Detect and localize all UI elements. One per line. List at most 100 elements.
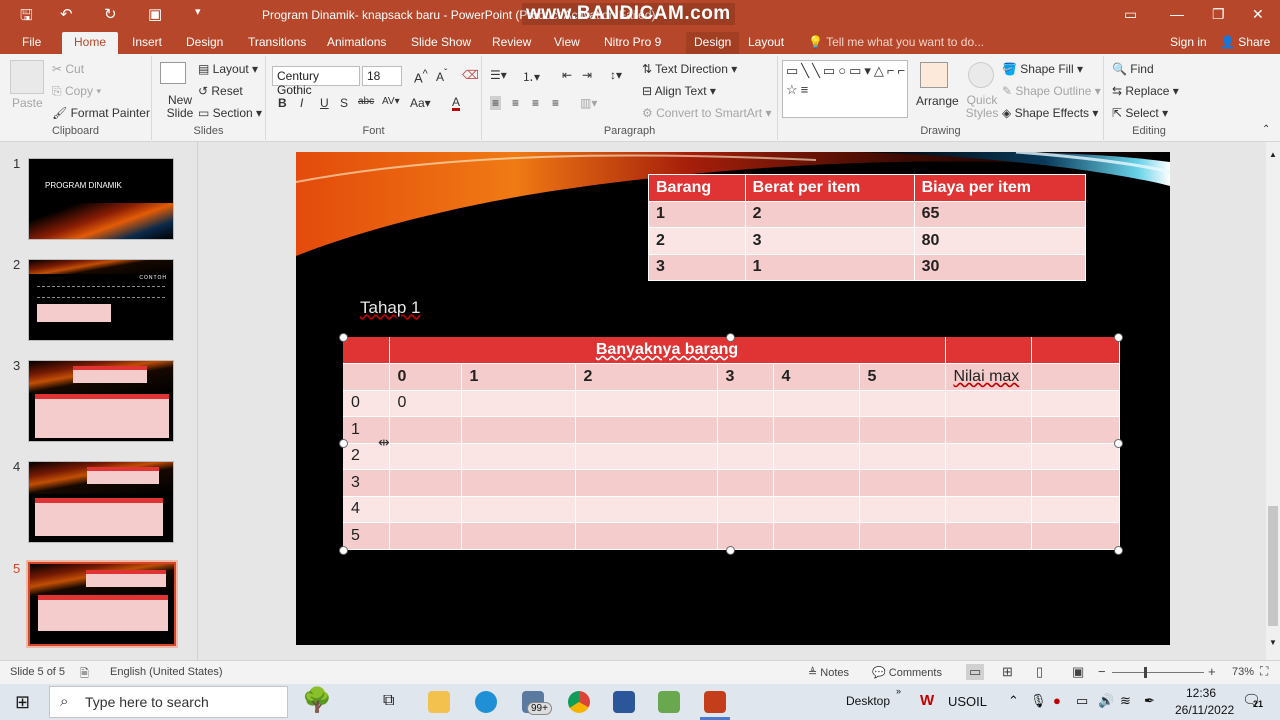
table-cell[interactable] bbox=[575, 443, 718, 470]
tab-slide-show[interactable]: Slide Show bbox=[411, 35, 471, 49]
table-cell[interactable]: 3 bbox=[648, 253, 746, 281]
language-indicator[interactable]: English (United States) bbox=[110, 666, 223, 678]
table-cell[interactable] bbox=[1031, 416, 1120, 444]
slide-thumbnail-5[interactable] bbox=[26, 560, 178, 648]
customize-qat-icon[interactable]: ▾ bbox=[195, 5, 201, 18]
table-cell[interactable]: 1 bbox=[648, 200, 746, 228]
resize-handle[interactable] bbox=[339, 546, 348, 555]
items-table[interactable]: Barang Berat per item Biaya per item 1 2… bbox=[648, 174, 1087, 281]
line-spacing-icon[interactable]: ↕▾ bbox=[610, 68, 622, 82]
arrange-button[interactable]: Arrange bbox=[916, 94, 959, 108]
clear-formatting-icon[interactable]: ⌫ bbox=[462, 68, 479, 82]
battery-icon[interactable]: ▭ bbox=[1076, 693, 1088, 709]
table-cell[interactable] bbox=[343, 337, 390, 364]
table-cell[interactable] bbox=[773, 390, 860, 417]
table-cell[interactable]: 80 bbox=[913, 227, 1087, 255]
new-slide-icon[interactable] bbox=[160, 62, 186, 84]
table-cell[interactable]: 65 bbox=[913, 200, 1087, 228]
table-cell[interactable]: 2 bbox=[648, 227, 746, 255]
table-cell[interactable] bbox=[859, 522, 946, 550]
chrome-icon[interactable] bbox=[568, 691, 590, 713]
table-cell[interactable] bbox=[575, 496, 718, 523]
tab-file[interactable]: File bbox=[22, 35, 41, 49]
convert-smartart-button[interactable]: ⚙ Convert to SmartArt ▾ bbox=[642, 106, 771, 120]
slide-thumbnail-3[interactable] bbox=[28, 360, 174, 442]
table-cell[interactable]: 4 bbox=[343, 496, 390, 523]
table-cell[interactable]: 3 bbox=[744, 227, 915, 255]
slide-sorter-icon[interactable]: ⊞ bbox=[1002, 664, 1013, 680]
stage-label[interactable]: Tahap 1 bbox=[360, 298, 421, 318]
clock-date[interactable]: 26/11/2022 bbox=[1175, 703, 1234, 717]
table-cell[interactable] bbox=[461, 390, 576, 417]
resize-handle[interactable] bbox=[1114, 333, 1123, 342]
minimize-icon[interactable]: — bbox=[1170, 6, 1184, 22]
save-icon[interactable]: 🖫 bbox=[20, 5, 33, 30]
share-button[interactable]: 👤 Share bbox=[1220, 35, 1270, 49]
align-right-icon[interactable]: ≡ bbox=[532, 96, 539, 110]
table-cell[interactable] bbox=[773, 469, 860, 497]
shapes-gallery[interactable]: ▭╲╲▭○▭▾△⌐⌐⇨⇩⇦◯▾⌒⌒{}☆≡ bbox=[782, 60, 908, 118]
decrease-indent-icon[interactable]: ⇤ bbox=[562, 68, 572, 82]
market-ticker[interactable]: USOIL bbox=[948, 694, 987, 709]
table-cell[interactable] bbox=[717, 522, 774, 550]
slide-thumbnail-4[interactable] bbox=[28, 461, 174, 543]
tab-nitro-pro[interactable]: Nitro Pro 9 bbox=[604, 35, 661, 49]
column-label-cell[interactable]: 3 bbox=[717, 363, 774, 391]
ribbon-display-icon[interactable]: ▭ bbox=[1124, 6, 1137, 23]
edge-icon[interactable] bbox=[475, 691, 497, 713]
table-cell[interactable] bbox=[773, 443, 860, 470]
slide-thumbnail-2[interactable]: CONTOH bbox=[28, 259, 174, 341]
table-cell[interactable] bbox=[717, 469, 774, 497]
reset-button[interactable]: ↺ Reset bbox=[198, 84, 243, 98]
table-cell[interactable] bbox=[575, 416, 718, 444]
shadow-icon[interactable]: S bbox=[340, 96, 348, 110]
new-slide-button[interactable]: New Slide bbox=[160, 94, 200, 120]
microphone-icon[interactable]: 🎙 bbox=[1030, 693, 1047, 709]
table-cell[interactable] bbox=[1031, 443, 1120, 470]
table-cell[interactable] bbox=[461, 469, 576, 497]
bold-icon[interactable]: B bbox=[278, 96, 287, 110]
font-name-select[interactable]: Century Gothic bbox=[272, 66, 360, 97]
strikethrough-icon[interactable]: abc bbox=[358, 96, 374, 107]
tab-insert[interactable]: Insert bbox=[132, 35, 162, 49]
shape-effects-button[interactable]: ◈ Shape Effects ▾ bbox=[1002, 106, 1098, 120]
replace-button[interactable]: ⇆ Replace ▾ bbox=[1112, 84, 1179, 98]
table-cell[interactable]: 30 bbox=[913, 253, 1087, 281]
zoom-level[interactable]: 73% bbox=[1232, 666, 1254, 678]
tab-animations[interactable]: Animations bbox=[327, 35, 386, 49]
scroll-thumb[interactable] bbox=[1268, 506, 1278, 626]
table-cell[interactable]: 1 bbox=[744, 253, 915, 281]
find-button[interactable]: 🔍 Find bbox=[1112, 62, 1154, 76]
spellcheck-icon[interactable]: 🗎 bbox=[80, 665, 89, 684]
taskbar-search[interactable]: ⌕ Type here to search bbox=[49, 686, 288, 718]
table-cell[interactable]: 0 bbox=[389, 390, 462, 417]
normal-view-icon[interactable]: ▭ bbox=[966, 664, 985, 680]
column-label-cell[interactable]: 1 bbox=[461, 363, 576, 391]
powerpoint-icon[interactable] bbox=[704, 691, 726, 713]
table-cell[interactable] bbox=[945, 496, 1032, 523]
tell-me-search[interactable]: 💡 Tell me what you want to do... bbox=[808, 35, 984, 49]
table-cell[interactable] bbox=[461, 443, 576, 470]
scroll-up-icon[interactable]: ▲ bbox=[1269, 150, 1277, 159]
table-cell[interactable] bbox=[717, 416, 774, 444]
change-case-icon[interactable]: Aa▾ bbox=[410, 96, 431, 110]
tab-view[interactable]: View bbox=[554, 35, 580, 49]
tab-design[interactable]: Design bbox=[186, 35, 223, 49]
table-cell[interactable] bbox=[575, 522, 718, 550]
paste-button[interactable]: Paste bbox=[12, 96, 43, 110]
reading-view-icon[interactable]: ▯ bbox=[1036, 664, 1043, 680]
resize-handle[interactable] bbox=[339, 333, 348, 342]
copy-button[interactable]: ⎘ Copy ▾ bbox=[52, 84, 101, 99]
column-label-cell[interactable]: 2 bbox=[575, 363, 718, 391]
toolbar-expand-icon[interactable]: » bbox=[896, 686, 901, 696]
underline-icon[interactable]: U bbox=[320, 96, 329, 110]
table-cell[interactable] bbox=[389, 443, 462, 470]
table-cell[interactable] bbox=[389, 496, 462, 523]
table-cell[interactable] bbox=[773, 416, 860, 444]
windows-start-icon[interactable]: ⊞ bbox=[15, 692, 30, 713]
header-cell[interactable]: Barang bbox=[648, 174, 746, 202]
table-cell[interactable] bbox=[945, 443, 1032, 470]
word-icon[interactable] bbox=[613, 691, 635, 713]
table-cell[interactable] bbox=[1031, 469, 1120, 497]
tab-transitions[interactable]: Transitions bbox=[248, 35, 306, 49]
